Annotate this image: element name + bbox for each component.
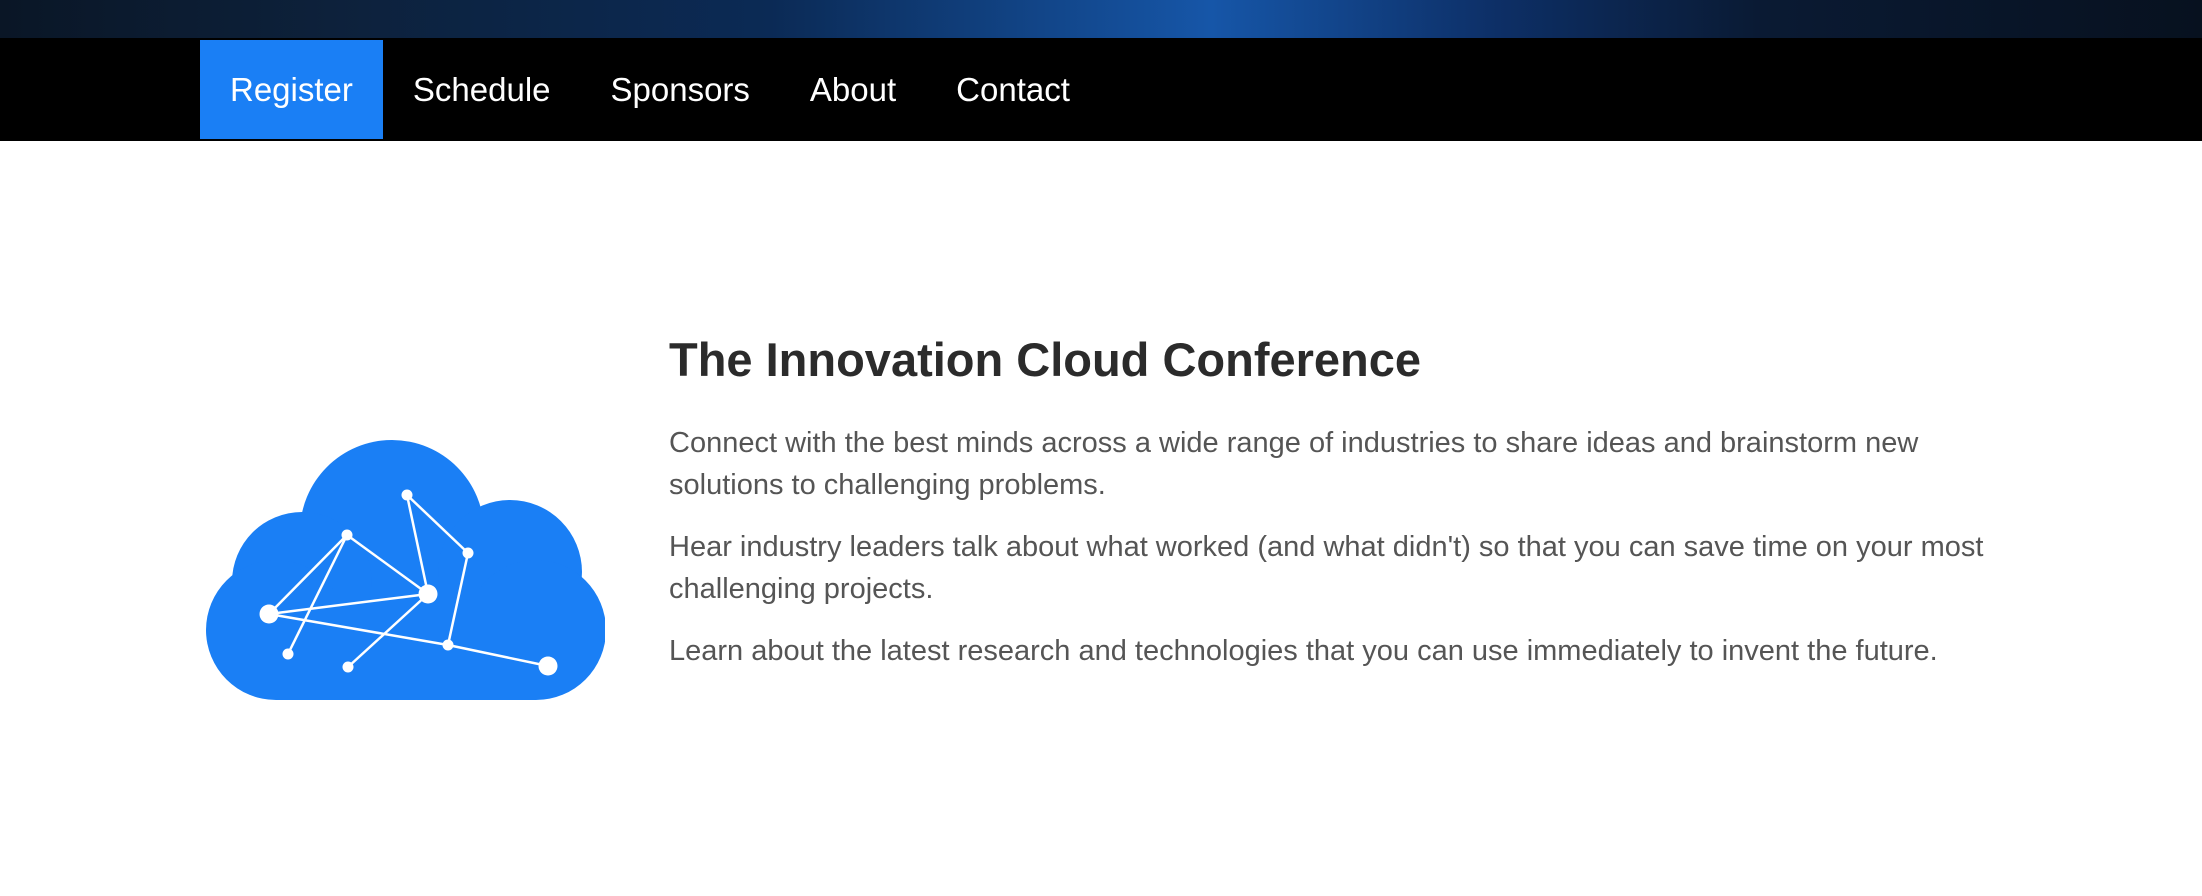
nav-item-register[interactable]: Register <box>200 40 383 139</box>
nav-item-contact[interactable]: Contact <box>926 40 1100 139</box>
nav-item-about[interactable]: About <box>780 40 926 139</box>
intro-paragraph-2: Hear industry leaders talk about what wo… <box>669 531 1984 606</box>
nav-item-sponsors[interactable]: Sponsors <box>581 40 780 139</box>
hero-text-block: The Innovation Cloud Conference Connect … <box>669 332 2019 692</box>
main-navbar: Register Schedule Sponsors About Contact <box>0 38 2202 141</box>
cloud-network-icon <box>206 440 605 700</box>
intro-paragraph-1: Connect with the best minds across a wid… <box>669 427 1919 502</box>
intro-paragraph-3: Learn about the latest research and tech… <box>669 635 1938 668</box>
hero-banner-strip <box>0 0 2202 38</box>
nav-item-schedule[interactable]: Schedule <box>383 40 581 139</box>
nav-list: Register Schedule Sponsors About Contact <box>200 40 1100 139</box>
page-title: The Innovation Cloud Conference <box>669 333 1422 386</box>
